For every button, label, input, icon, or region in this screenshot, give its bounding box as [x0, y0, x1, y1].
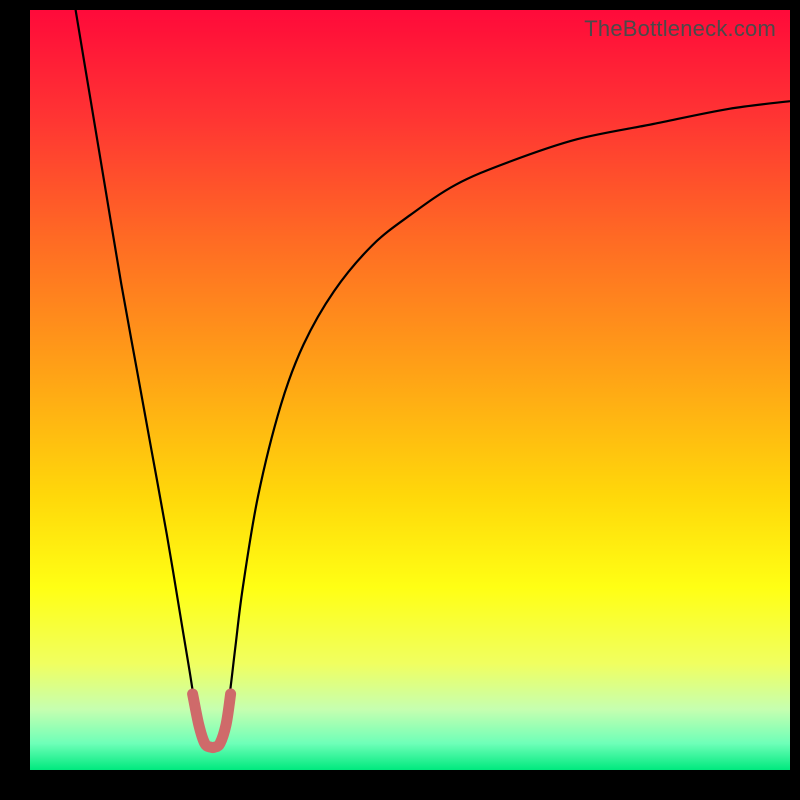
chart-frame: TheBottleneck.com [0, 0, 800, 800]
bottleneck-curve [76, 10, 790, 747]
highlight-valley [193, 694, 231, 748]
curve-layer [30, 10, 790, 770]
plot-area: TheBottleneck.com [30, 10, 790, 770]
